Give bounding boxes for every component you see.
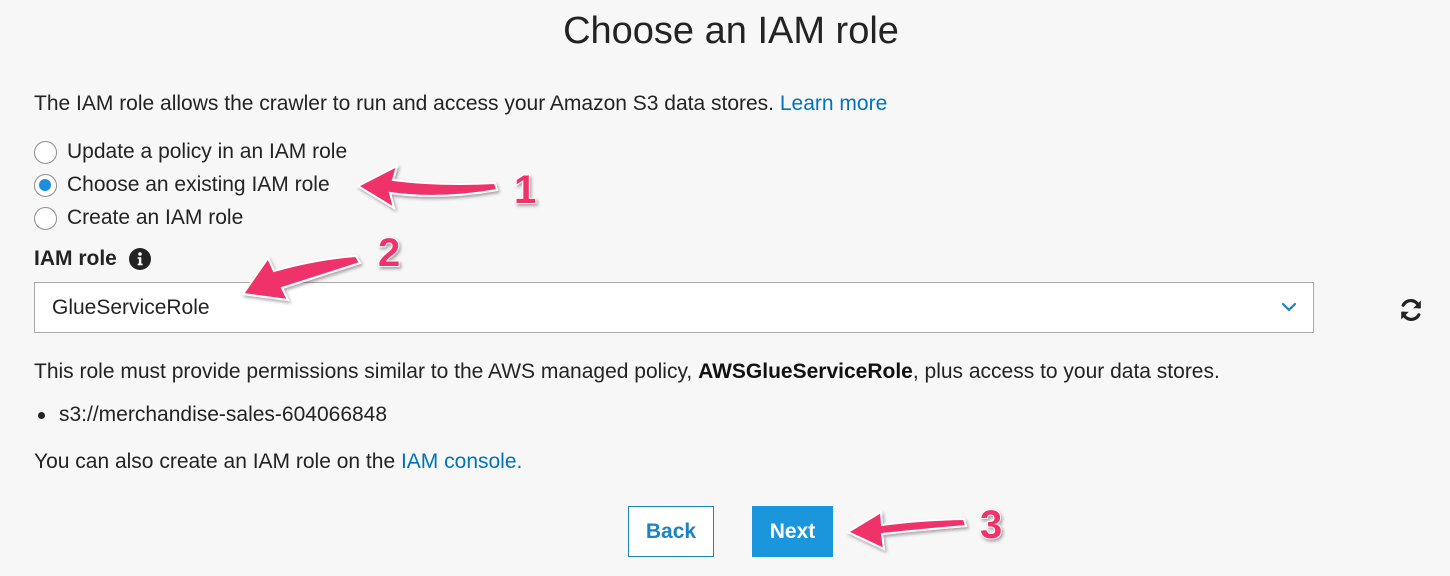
annotation-number-3: 3 [980, 503, 1002, 547]
footer-note: You can also create an IAM role on the I… [34, 450, 522, 474]
permission-description: This role must provide permissions simil… [34, 360, 1220, 384]
footer-note-text: You can also create an IAM role on the [34, 450, 396, 473]
intro-text-body: The IAM role allows the crawler to run a… [34, 92, 775, 115]
radio-option-update-policy[interactable]: Update a policy in an IAM role [34, 138, 347, 166]
iam-role-label-text: IAM role [34, 247, 117, 270]
radio-option-create-role[interactable]: Create an IAM role [34, 204, 243, 232]
data-store-path: s3://merchandise-sales-604066848 [59, 403, 388, 426]
annotation-arrow-3 [845, 510, 968, 551]
radio-option-existing-role[interactable]: Choose an existing IAM role [34, 171, 330, 199]
radio-label: Update a policy in an IAM role [67, 140, 348, 163]
chevron-down-icon [1281, 302, 1297, 312]
radio-label: Choose an existing IAM role [67, 173, 330, 196]
radio-button[interactable] [34, 140, 57, 164]
radio-button-checked[interactable] [34, 173, 57, 197]
learn-more-link[interactable]: Learn more [780, 92, 887, 115]
radio-label: Create an IAM role [67, 206, 244, 229]
info-icon[interactable] [128, 248, 151, 270]
description-after: , plus access to your data stores. [912, 360, 1220, 383]
iam-console-link[interactable]: IAM console. [401, 450, 522, 473]
bullet-icon [38, 411, 45, 419]
radio-button[interactable] [34, 206, 57, 230]
next-button[interactable]: Next [752, 506, 833, 557]
iam-role-select[interactable]: GlueServiceRole [34, 282, 1314, 333]
description-before: This role must provide permissions simil… [34, 360, 693, 383]
intro-text: The IAM role allows the crawler to run a… [34, 92, 887, 116]
page-title: Choose an IAM role [563, 10, 899, 52]
iam-role-selected-value: GlueServiceRole [52, 295, 210, 319]
annotation-arrow-1 [355, 164, 499, 211]
data-store-list-item: s3://merchandise-sales-604066848 [34, 403, 387, 427]
annotation-number-1: 1 [514, 168, 536, 212]
policy-name: AWSGlueServiceRole [698, 360, 913, 383]
iam-role-label: IAM role [34, 247, 151, 271]
back-button[interactable]: Back [628, 506, 714, 557]
refresh-icon[interactable] [1398, 297, 1424, 323]
annotation-number-2: 2 [378, 231, 400, 275]
